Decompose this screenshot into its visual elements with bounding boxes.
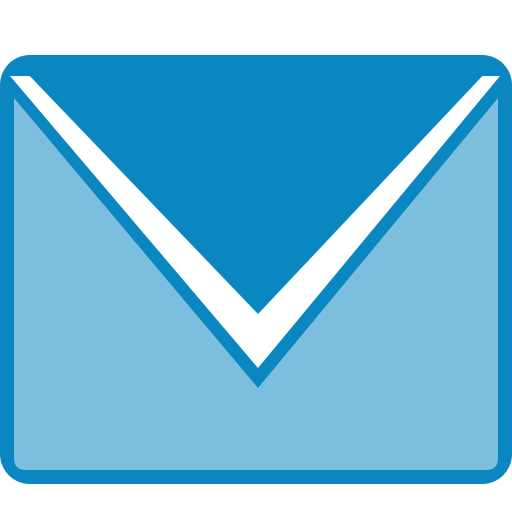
envelope-top-edge <box>10 68 500 76</box>
app-icon <box>0 0 512 512</box>
envelope-icon <box>0 55 512 484</box>
